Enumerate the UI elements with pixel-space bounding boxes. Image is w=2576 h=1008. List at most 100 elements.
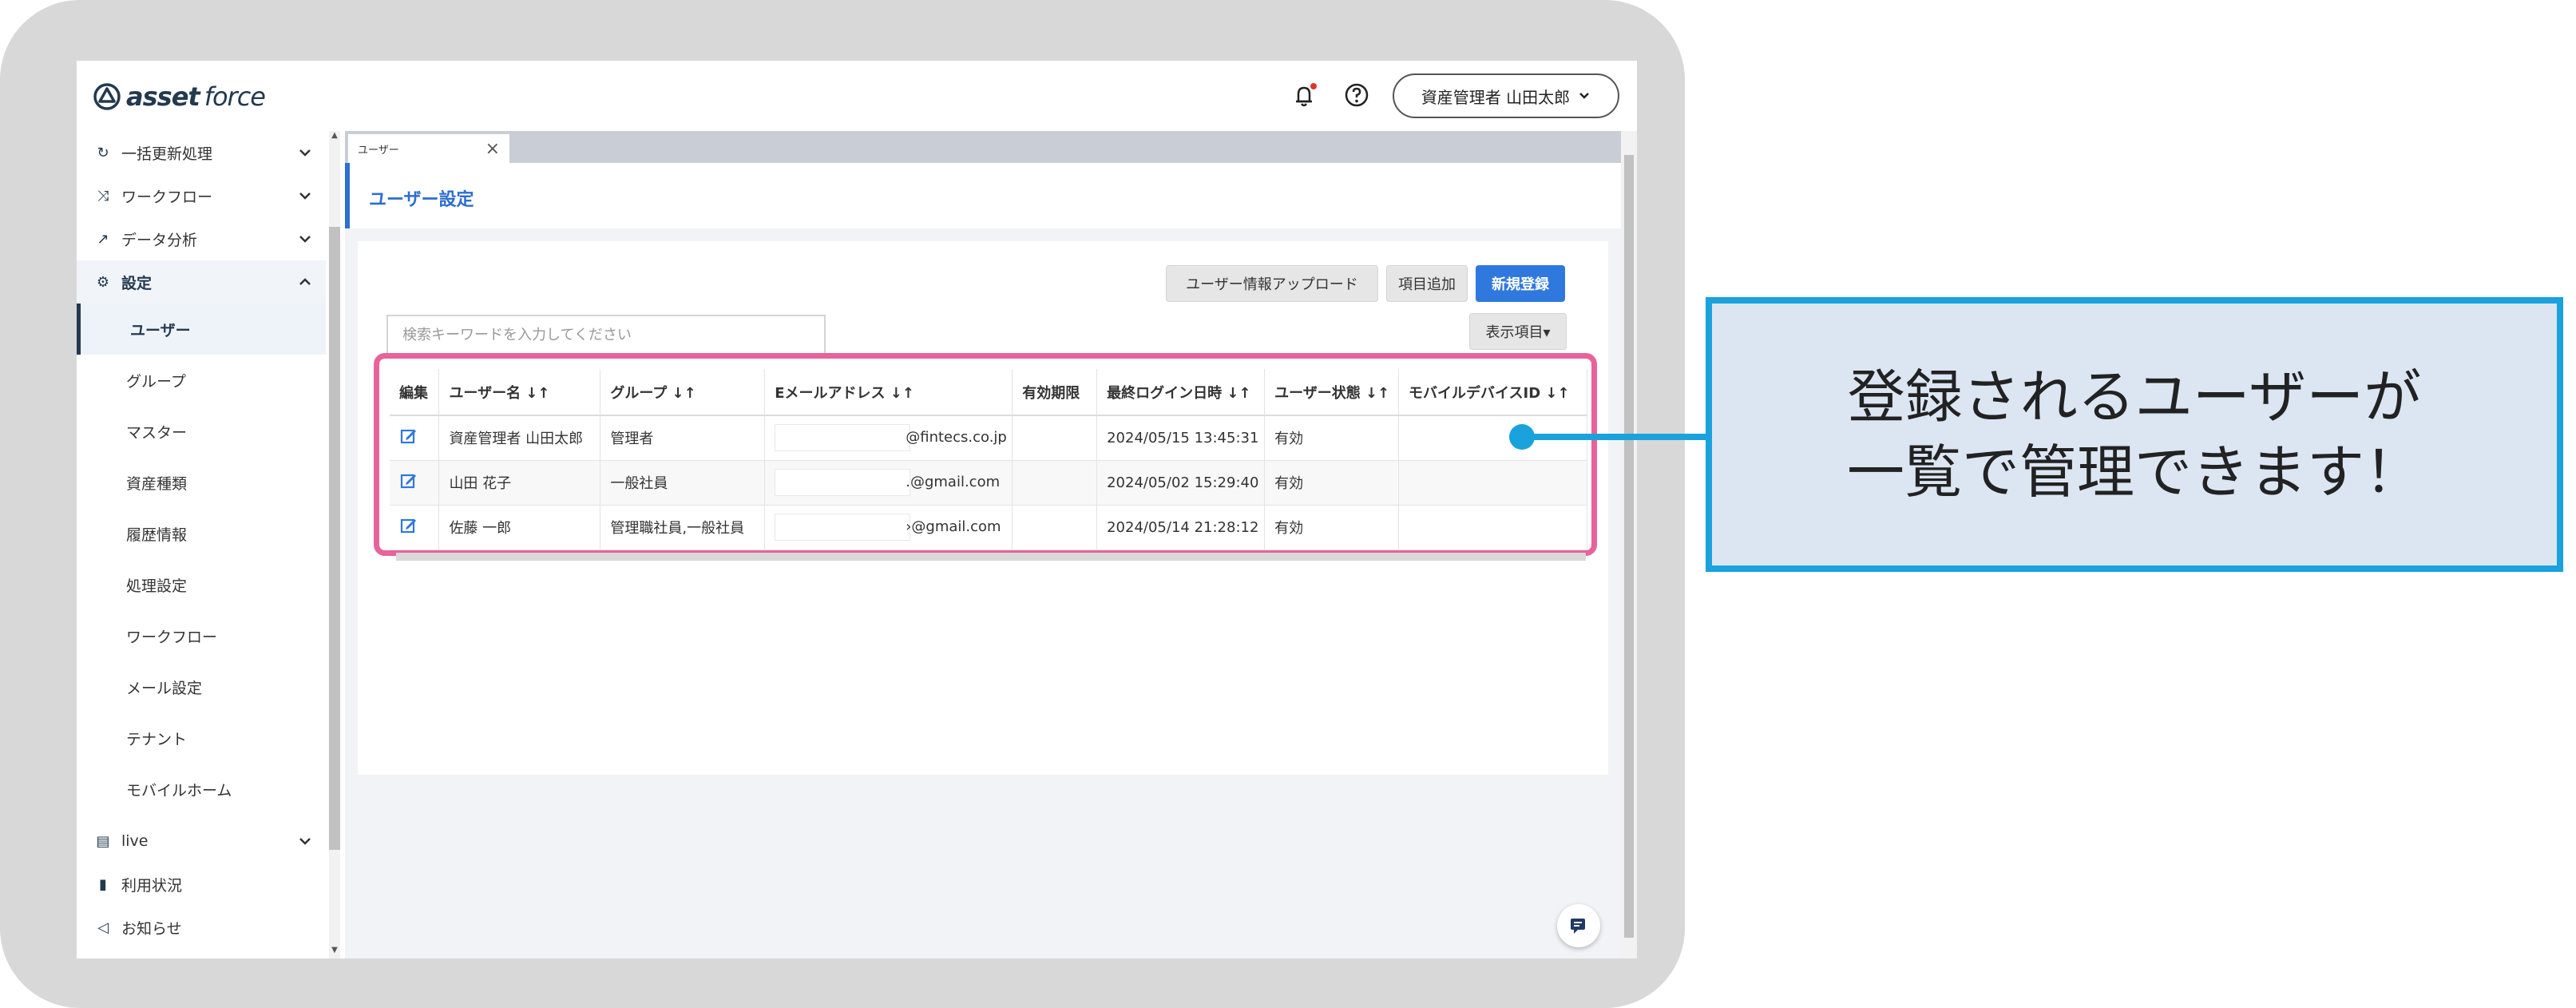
masked-email-box xyxy=(775,424,911,452)
sidebar-subitem-history[interactable]: 履歴情報 xyxy=(77,508,326,559)
sidebar-subitem-label: グループ xyxy=(126,372,186,391)
sidebar-item-usage[interactable]: ▮ 利用状況 xyxy=(77,863,326,906)
sidebar-item-bulk-update[interactable]: ↻ 一括更新処理 xyxy=(77,131,326,174)
callout-line-2: 一覧で管理できます！ xyxy=(1846,439,2422,506)
expiry-cell xyxy=(1012,415,1098,461)
search-input[interactable] xyxy=(386,315,826,355)
notification-bell-icon[interactable] xyxy=(1289,80,1321,112)
table-row[interactable]: 山田 花子 一般社員 .@gmail.com 2024/05/02 15:29:… xyxy=(390,460,1587,506)
user-menu-button[interactable]: 資産管理者 山田太郎 xyxy=(1393,73,1619,118)
sidebar-subitem-label: ワークフロー xyxy=(126,628,218,646)
logo-icon xyxy=(93,83,121,110)
chevron-down-icon xyxy=(299,149,311,157)
callout-connector-line xyxy=(1522,434,1710,440)
column-header-username[interactable]: ユーザー名 ↓↑ xyxy=(438,369,601,416)
sidebar-subitem-label: メール設定 xyxy=(126,679,203,697)
sidebar-subitem-workflow[interactable]: ワークフロー xyxy=(77,610,326,661)
table-row[interactable]: 資産管理者 山田太郎 管理者 @fintecs.co.jp 2024/05/15… xyxy=(390,415,1587,461)
sidebar-item-settings[interactable]: ⚙ 設定 xyxy=(77,260,326,304)
edit-cell[interactable] xyxy=(390,415,440,461)
user-table: 編集 ユーザー名 ↓↑ グループ ↓↑ Eメールアドレス ↓↑ 有効期限 最終ロ… xyxy=(390,369,1587,550)
username-cell: 資産管理者 山田太郎 xyxy=(438,415,601,461)
chat-icon: ▤ xyxy=(96,832,110,850)
main-scrollbar-thumb[interactable] xyxy=(1624,155,1634,938)
sidebar-subitem-label: モバイルホーム xyxy=(126,781,232,800)
email-text: .@gmail.com xyxy=(906,474,1001,490)
last-login-cell: 2024/05/02 15:29:40 xyxy=(1096,460,1266,506)
sidebar-subitem-users[interactable]: ユーザー xyxy=(77,304,326,355)
email-text: @fintecs.co.jp xyxy=(906,429,1007,446)
chat-button[interactable] xyxy=(1557,904,1600,947)
column-header-status[interactable]: ユーザー状態 ↓↑ xyxy=(1264,369,1400,416)
sidebar-item-label: データ分析 xyxy=(121,231,198,249)
column-header-device-id[interactable]: モバイルデバイスID ↓↑ xyxy=(1398,369,1587,416)
sidebar-item-notices[interactable]: ◁ お知らせ xyxy=(77,906,326,949)
refresh-icon: ↻ xyxy=(97,144,109,161)
user-menu-label: 資産管理者 山田太郎 xyxy=(1421,87,1571,107)
status-cell: 有効 xyxy=(1264,505,1400,550)
sidebar-item-label: 一括更新処理 xyxy=(121,145,213,163)
column-header-email[interactable]: Eメールアドレス ↓↑ xyxy=(764,369,1013,416)
scroll-down-arrow-icon[interactable]: ▼ xyxy=(329,946,340,957)
sidebar-subitem-asset-types[interactable]: 資産種類 xyxy=(77,457,326,508)
upload-user-info-button[interactable]: ユーザー情報アップロード xyxy=(1166,265,1378,302)
display-columns-button[interactable]: 表示項目▾ xyxy=(1469,313,1567,350)
table-row[interactable]: 佐藤 一郎 管理職社員,一般社員 ›@gmail.com 2024/05/14 … xyxy=(390,505,1587,550)
chevron-down-icon xyxy=(299,192,311,200)
username-cell: 山田 花子 xyxy=(438,460,601,506)
sidebar-subitem-process-settings[interactable]: 処理設定 xyxy=(77,559,326,610)
device-id-cell xyxy=(1398,505,1587,550)
column-header-edit: 編集 xyxy=(390,369,440,416)
workflow-icon: ⤨ xyxy=(97,187,109,204)
sidebar-item-label: live xyxy=(121,832,149,850)
app-header: asset force 資産管理者 山田太郎 xyxy=(77,61,1637,131)
sidebar-item-live[interactable]: ▤ live xyxy=(77,819,326,863)
device-id-cell xyxy=(1398,460,1587,506)
sidebar: ↻ 一括更新処理 ⤨ ワークフロー ↗ データ分析 ⚙ 設定 ユーザー グループ xyxy=(77,131,340,958)
sidebar-subitem-master[interactable]: マスター xyxy=(77,406,326,457)
sidebar-scrollbar-thumb[interactable] xyxy=(329,227,340,850)
email-text: ›@gmail.com xyxy=(906,518,1001,535)
edit-icon[interactable] xyxy=(399,516,418,535)
sidebar-subitem-mobile-home[interactable]: モバイルホーム xyxy=(77,764,326,815)
add-field-button[interactable]: 項目追加 xyxy=(1386,265,1468,302)
page-title: ユーザー設定 xyxy=(369,190,474,210)
tab-label: ユーザー xyxy=(358,144,399,157)
group-cell: 一般社員 xyxy=(600,460,766,506)
help-icon[interactable] xyxy=(1343,81,1370,109)
column-header-last-login[interactable]: 最終ログイン日時 ↓↑ xyxy=(1096,369,1266,416)
email-cell: @fintecs.co.jp xyxy=(764,415,1013,461)
logo[interactable]: asset force xyxy=(93,81,266,112)
edit-cell[interactable] xyxy=(390,460,440,506)
table-header-row: 編集 ユーザー名 ↓↑ グループ ↓↑ Eメールアドレス ↓↑ 有効期限 最終ロ… xyxy=(390,369,1587,416)
sidebar-subitem-label: テナント xyxy=(126,730,188,748)
edit-cell[interactable] xyxy=(390,505,440,550)
tab-bar: ユーザー × xyxy=(345,131,1621,163)
table-horizontal-scrollbar[interactable] xyxy=(396,553,1586,561)
sidebar-item-data-analysis[interactable]: ↗ データ分析 xyxy=(77,217,326,260)
page-title-bar: ユーザー設定 xyxy=(345,163,1621,228)
tab-users[interactable]: ユーザー × xyxy=(348,134,509,163)
sidebar-item-workflow[interactable]: ⤨ ワークフロー xyxy=(77,174,326,217)
email-cell: .@gmail.com xyxy=(764,460,1013,506)
sidebar-item-label: ワークフロー xyxy=(121,188,213,206)
logo-text-light: force xyxy=(204,81,266,112)
main-content: ユーザー × ユーザー設定 ユーザー情報アップロード 項目追加 新規登録 表示項… xyxy=(345,131,1637,958)
sidebar-subitem-groups[interactable]: グループ xyxy=(77,355,326,406)
gear-icon: ⚙ xyxy=(96,273,110,291)
scroll-up-arrow-icon[interactable]: ▲ xyxy=(329,131,340,142)
edit-icon[interactable] xyxy=(399,471,418,490)
last-login-cell: 2024/05/14 21:28:12 xyxy=(1096,505,1266,550)
expiry-cell xyxy=(1012,460,1098,506)
column-header-group[interactable]: グループ ↓↑ xyxy=(600,369,766,416)
sidebar-subitem-label: マスター xyxy=(126,423,188,442)
sidebar-subitem-label: 処理設定 xyxy=(126,577,188,595)
app-screen: asset force 資産管理者 山田太郎 ↻ 一括更新処理 ⤨ ワークフロー… xyxy=(77,61,1637,958)
close-icon[interactable]: × xyxy=(485,139,500,159)
sidebar-item-label: お知らせ xyxy=(121,919,182,938)
chat-icon xyxy=(1571,919,1585,934)
edit-icon[interactable] xyxy=(399,427,418,446)
new-registration-button[interactable]: 新規登録 xyxy=(1476,265,1565,302)
sidebar-subitem-mail-settings[interactable]: メール設定 xyxy=(77,661,326,712)
sidebar-subitem-tenant[interactable]: テナント xyxy=(77,712,326,764)
